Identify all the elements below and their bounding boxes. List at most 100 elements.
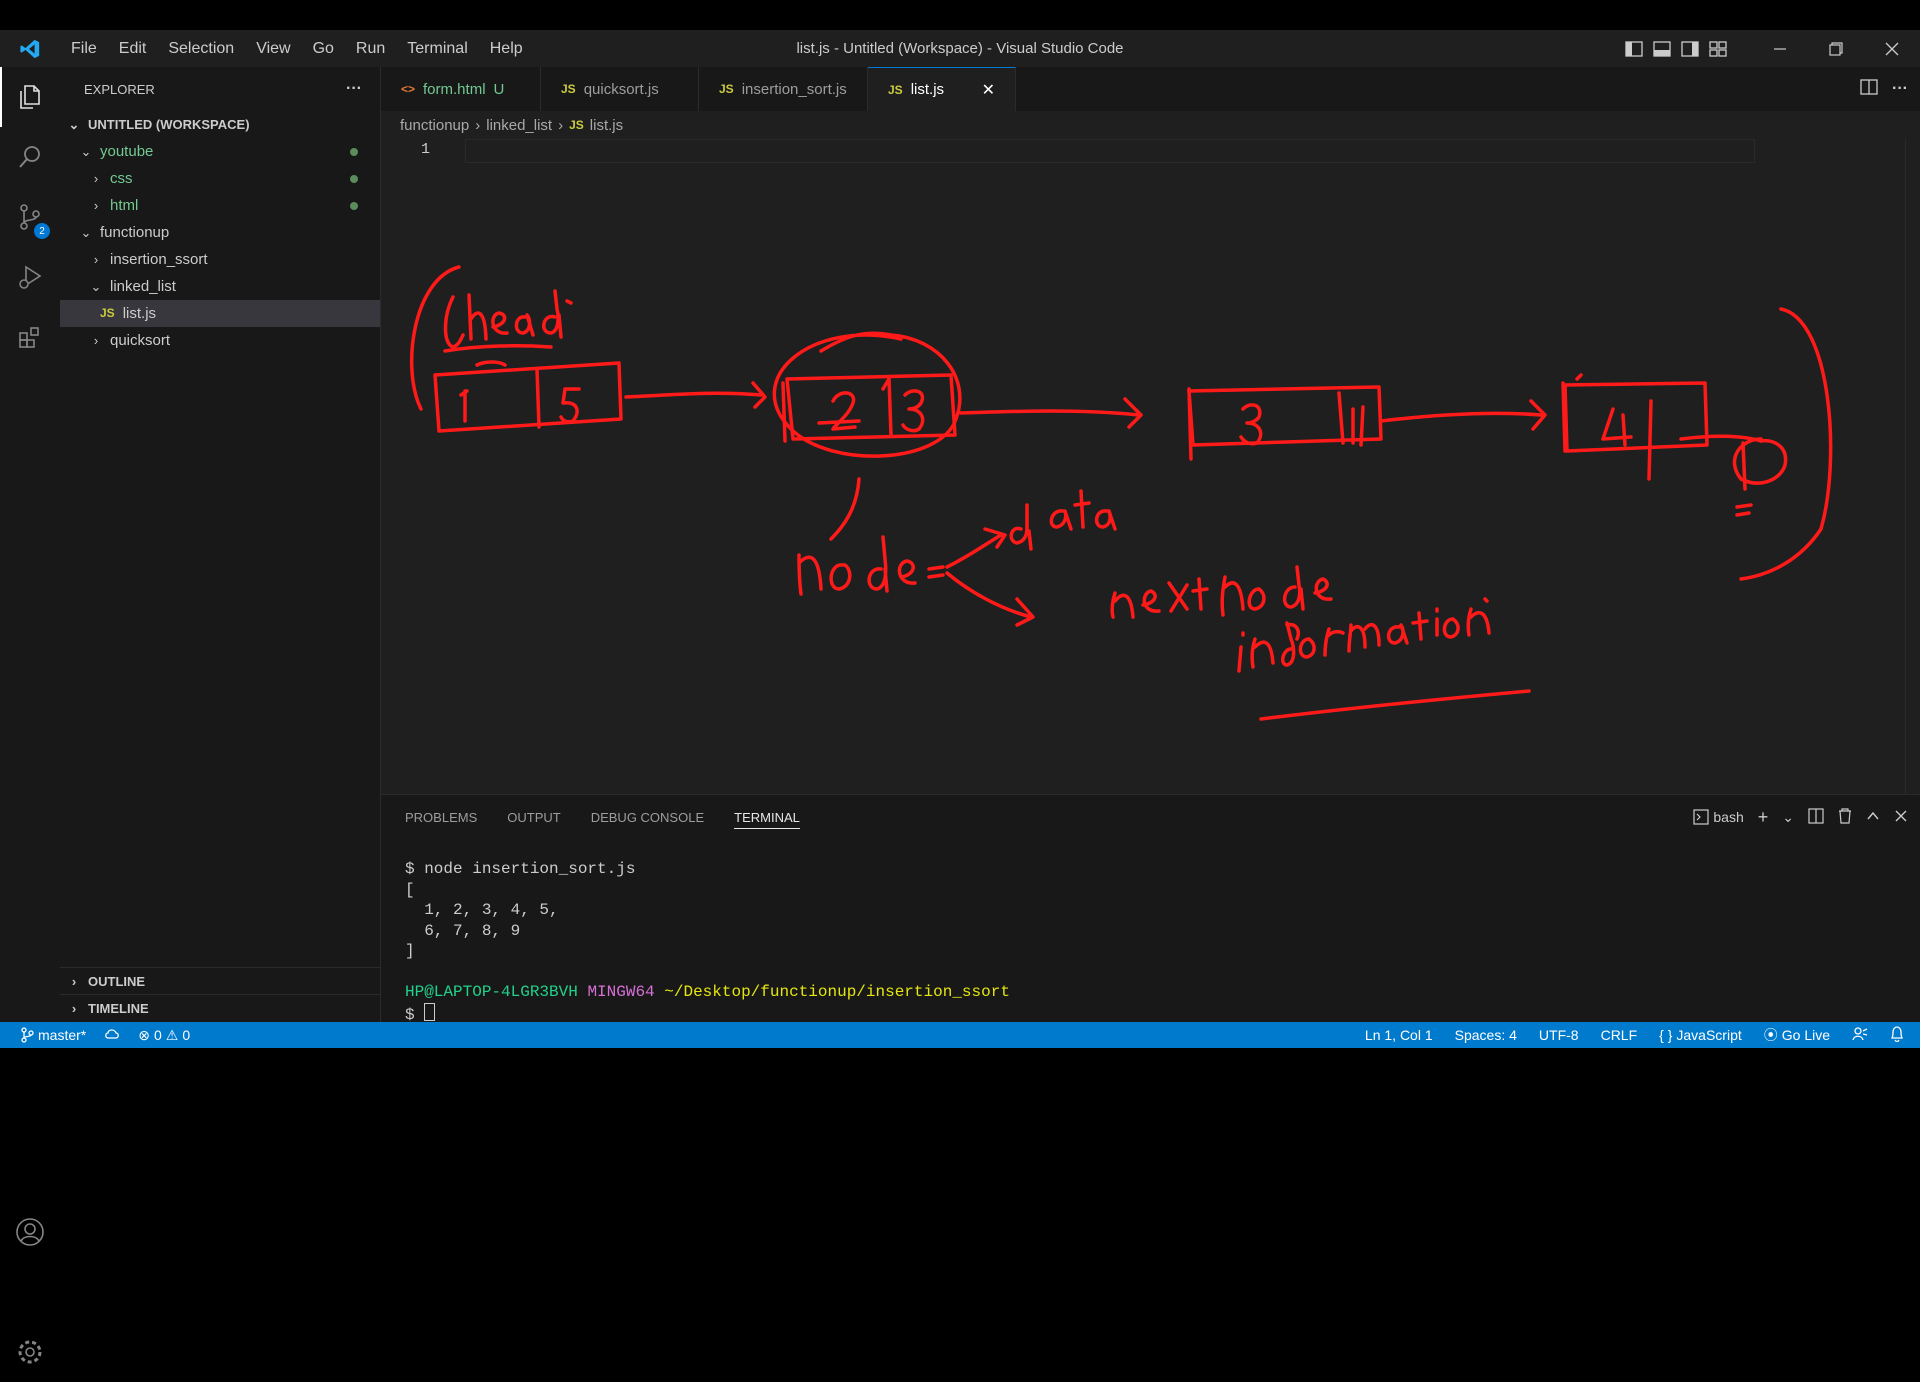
close-panel-icon[interactable]: [1894, 809, 1908, 826]
folder-label: youtube: [100, 143, 154, 160]
folder-css[interactable]: › css: [60, 165, 380, 192]
broadcast-icon: ⦿: [1763, 1027, 1778, 1043]
folder-functionup[interactable]: ⌄ functionup: [60, 219, 380, 246]
menu-run[interactable]: Run: [345, 30, 396, 67]
menu-file[interactable]: File: [60, 30, 108, 67]
file-list-js[interactable]: JS list.js: [60, 300, 380, 327]
cursor-position[interactable]: Ln 1, Col 1: [1365, 1027, 1433, 1043]
chevron-down-icon: ⌄: [90, 279, 102, 294]
tab-debug-console[interactable]: DEBUG CONSOLE: [591, 795, 704, 839]
line-ending[interactable]: CRLF: [1601, 1027, 1638, 1043]
breadcrumb-item[interactable]: functionup: [400, 117, 469, 134]
menu-selection[interactable]: Selection: [157, 30, 245, 67]
terminal-prompt-info: HP@LAPTOP-4LGR3BVH MINGW64 ~/Desktop/fun…: [405, 982, 1010, 1003]
toggle-secondary-sidebar-icon[interactable]: [1676, 30, 1704, 67]
editor-area[interactable]: 1: [381, 139, 1920, 794]
braces-icon: { }: [1659, 1027, 1673, 1043]
new-terminal-icon[interactable]: +: [1758, 807, 1769, 828]
prompt-symbol: $: [405, 1005, 425, 1024]
menu-view[interactable]: View: [245, 30, 301, 67]
folder-label: quicksort: [110, 332, 171, 349]
restore-icon[interactable]: [1808, 30, 1864, 67]
tab-output[interactable]: OUTPUT: [507, 795, 560, 839]
extensions-icon[interactable]: [0, 307, 60, 367]
title-bar: File Edit Selection View Go Run Terminal…: [0, 30, 1920, 67]
language-mode[interactable]: { } JavaScript: [1659, 1027, 1742, 1043]
terminal-output-line: [: [405, 880, 415, 899]
trash-icon[interactable]: [1838, 807, 1852, 827]
feedback-icon[interactable]: [1852, 1026, 1868, 1045]
terminal-output-line: 6, 7, 8, 9: [405, 921, 521, 940]
menu-edit[interactable]: Edit: [108, 30, 158, 67]
error-count: 0: [153, 1027, 162, 1043]
maximize-panel-icon[interactable]: [1866, 809, 1880, 826]
chevron-down-icon: ⌄: [68, 117, 80, 132]
chevron-down-icon[interactable]: ⌄: [1782, 809, 1794, 826]
encoding[interactable]: UTF-8: [1539, 1027, 1579, 1043]
folder-quicksort[interactable]: › quicksort: [60, 327, 380, 354]
red-ink-annotation: [409, 265, 1833, 721]
explorer-sidebar: EXPLORER ··· ⌄ UNTITLED (WORKSPACE) ⌄ yo…: [60, 67, 386, 1022]
search-icon[interactable]: [0, 127, 60, 187]
explorer-icon[interactable]: [0, 67, 60, 127]
folder-youtube[interactable]: ⌄ youtube: [60, 138, 380, 165]
tab-quicksort-js[interactable]: JS quicksort.js: [541, 67, 699, 111]
terminal-shell-selector[interactable]: bash: [1693, 809, 1744, 825]
folder-linked-list[interactable]: ⌄ linked_list: [60, 273, 380, 300]
folder-html[interactable]: › html: [60, 192, 380, 219]
editor-actions: ···: [1860, 67, 1908, 111]
sync-icon[interactable]: [104, 1027, 120, 1044]
go-live-button[interactable]: ⦿ Go Live: [1764, 1025, 1830, 1045]
branch-indicator[interactable]: master*: [20, 1027, 86, 1043]
toggle-panel-icon[interactable]: [1648, 30, 1676, 67]
tab-list-js[interactable]: JS list.js ✕: [868, 67, 1016, 111]
folder-label: linked_list: [110, 278, 176, 295]
panel-tabs: PROBLEMS OUTPUT DEBUG CONSOLE TERMINAL: [381, 795, 1920, 839]
workspace-header[interactable]: ⌄ UNTITLED (WORKSPACE): [60, 111, 380, 138]
warning-count: 0: [182, 1027, 191, 1043]
tab-label: form.html: [423, 80, 486, 98]
problems-indicator[interactable]: ⊗ 0 ⚠ 0: [138, 1027, 190, 1044]
file-label: list.js: [122, 305, 157, 322]
chevron-right-icon: ›: [93, 252, 99, 267]
terminal-output-line: ]: [405, 942, 415, 960]
tab-label: insertion_sort.js: [741, 80, 847, 98]
source-control-icon[interactable]: 2: [0, 187, 60, 247]
tab-form-html[interactable]: <> form.html U: [381, 67, 541, 111]
tab-insertion-sort-js[interactable]: JS insertion_sort.js: [699, 67, 868, 111]
close-window-icon[interactable]: [1864, 30, 1920, 67]
explorer-more-button[interactable]: ···: [346, 80, 362, 98]
terminal-output[interactable]: $ node insertion_sort.js [ 1, 2, 3, 4, 5,…: [405, 859, 1010, 1025]
outline-section[interactable]: › OUTLINE: [60, 967, 386, 995]
indentation[interactable]: Spaces: 4: [1455, 1027, 1517, 1043]
js-file-icon: JS: [100, 306, 115, 320]
breadcrumb-item[interactable]: linked_list: [486, 117, 552, 134]
close-tab-icon[interactable]: ✕: [982, 80, 995, 100]
chevron-right-icon: ›: [71, 1001, 77, 1016]
menu-terminal[interactable]: Terminal: [396, 30, 478, 67]
tab-label: quicksort.js: [583, 80, 659, 98]
account-icon[interactable]: [0, 1202, 60, 1262]
tab-terminal[interactable]: TERMINAL: [734, 795, 800, 839]
timeline-section[interactable]: › TIMELINE: [60, 994, 386, 1022]
folder-label: insertion_ssort: [110, 251, 208, 268]
split-editor-icon[interactable]: [1860, 78, 1878, 100]
folder-insertion-ssort[interactable]: › insertion_ssort: [60, 246, 380, 273]
more-actions-icon[interactable]: ···: [1892, 80, 1908, 98]
notifications-bell-icon[interactable]: [1890, 1025, 1904, 1045]
split-terminal-icon[interactable]: [1808, 807, 1824, 827]
minimize-icon[interactable]: [1752, 30, 1808, 67]
menu-bar: File Edit Selection View Go Run Terminal…: [60, 30, 534, 67]
tab-problems[interactable]: PROBLEMS: [405, 795, 477, 839]
run-debug-icon[interactable]: [0, 247, 60, 307]
terminal-cursor: [424, 1002, 436, 1021]
breadcrumb-item[interactable]: list.js: [590, 117, 623, 134]
menu-help[interactable]: Help: [479, 30, 534, 67]
title-controls: [1620, 30, 1920, 67]
toggle-primary-sidebar-icon[interactable]: [1620, 30, 1648, 67]
customize-layout-icon[interactable]: [1704, 30, 1732, 67]
js-file-icon: JS: [719, 82, 734, 96]
menu-go[interactable]: Go: [302, 30, 345, 67]
terminal-user: HP@LAPTOP-4LGR3BVH: [405, 983, 578, 1001]
gear-icon[interactable]: [0, 1322, 60, 1382]
